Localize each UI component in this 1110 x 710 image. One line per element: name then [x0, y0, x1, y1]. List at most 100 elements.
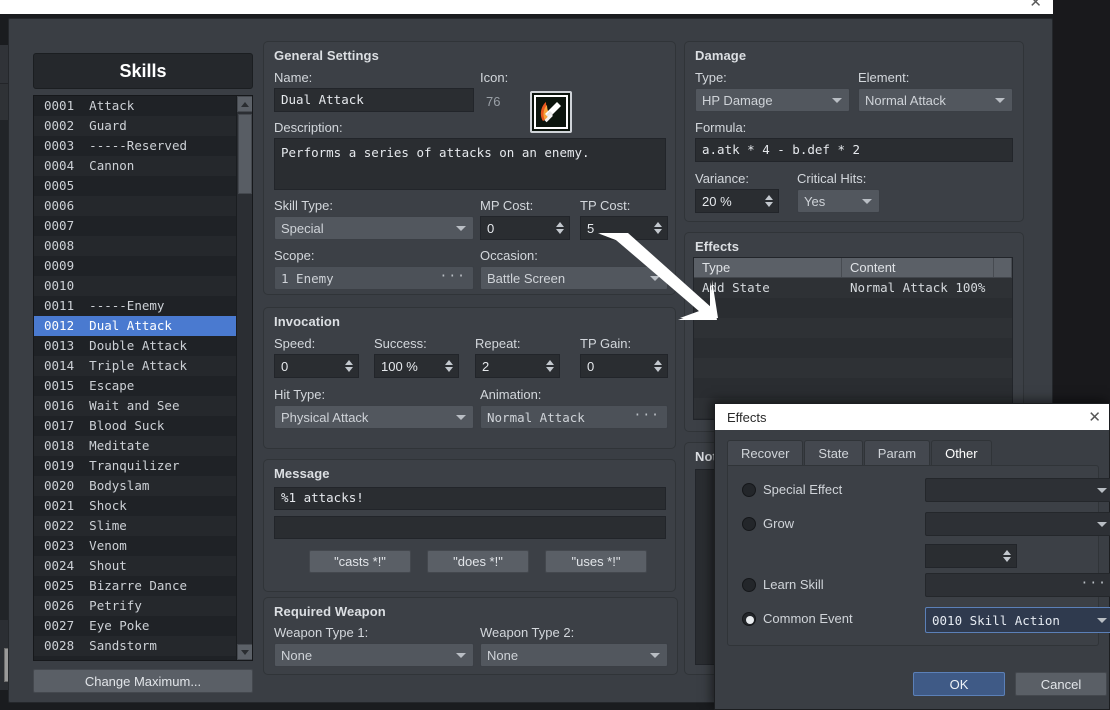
skill-icon-preview[interactable] — [530, 91, 572, 133]
radio-learn-skill[interactable]: Learn Skill — [742, 577, 824, 592]
message-preset-does-button[interactable]: "does *!" — [427, 550, 529, 573]
list-item[interactable]: 0005 — [34, 176, 252, 196]
success-stepper[interactable]: 100 % — [374, 354, 459, 378]
stepper-up-icon[interactable] — [654, 222, 662, 227]
description-field[interactable]: Performs a series of attacks on an enemy… — [274, 138, 666, 190]
stepper-up-icon[interactable] — [654, 360, 662, 365]
list-item[interactable]: 0026 Petrify — [34, 596, 252, 616]
damage-type-select[interactable]: HP Damage — [695, 88, 850, 112]
table-row[interactable]: Add State Normal Attack 100% — [694, 278, 1012, 298]
stepper-up-icon[interactable] — [1003, 550, 1011, 555]
list-item[interactable]: 0010 — [34, 276, 252, 296]
message-line2-field[interactable] — [274, 516, 666, 539]
list-item[interactable]: 0016 Wait and See — [34, 396, 252, 416]
table-row[interactable] — [694, 358, 1012, 378]
stepper-down-icon[interactable] — [765, 202, 773, 207]
list-item[interactable]: 0006 — [34, 196, 252, 216]
tp-gain-stepper[interactable]: 0 — [580, 354, 668, 378]
ok-button[interactable]: OK — [913, 672, 1005, 696]
tab-other[interactable]: Other — [931, 440, 992, 466]
stepper-down-icon[interactable] — [345, 367, 353, 372]
ellipsis-icon[interactable]: ··· — [634, 408, 660, 423]
cancel-button[interactable]: Cancel — [1015, 672, 1107, 696]
stepper-down-icon[interactable] — [556, 229, 564, 234]
critical-hits-select[interactable]: Yes — [797, 189, 880, 213]
skill-list[interactable]: 0001 Attack 0002 Guard 0003 -----Reserved 0… — [33, 95, 253, 661]
mp-cost-stepper[interactable]: 0 — [480, 216, 570, 240]
list-item[interactable]: 0004 Cannon — [34, 156, 252, 176]
table-row[interactable] — [694, 298, 1012, 318]
message-preset-uses-button[interactable]: "uses *!" — [545, 550, 647, 573]
list-item[interactable]: 0003 -----Reserved — [34, 136, 252, 156]
table-row[interactable] — [694, 318, 1012, 338]
special-effect-select[interactable] — [925, 478, 1110, 502]
table-row[interactable] — [694, 378, 1012, 398]
weapon-type-1-select[interactable]: None — [274, 643, 474, 667]
list-item[interactable]: 0018 Meditate — [34, 436, 252, 456]
ellipsis-icon[interactable]: ··· — [440, 269, 466, 284]
stepper-down-icon[interactable] — [654, 229, 662, 234]
list-item[interactable]: 0021 Shock — [34, 496, 252, 516]
stepper-up-icon[interactable] — [556, 222, 564, 227]
list-item[interactable]: 0012 Dual Attack — [34, 316, 252, 336]
radio-common-event[interactable]: Common Event — [742, 611, 853, 626]
list-item[interactable]: 0017 Blood Suck — [34, 416, 252, 436]
stepper-up-icon[interactable] — [345, 360, 353, 365]
animation-picker[interactable]: Normal Attack ··· — [480, 405, 668, 429]
scrollbar-thumb[interactable] — [238, 114, 252, 194]
list-item[interactable]: 0028 Sandstorm — [34, 636, 252, 656]
stepper-down-icon[interactable] — [1003, 557, 1011, 562]
change-maximum-button[interactable]: Change Maximum... — [33, 669, 253, 693]
close-icon[interactable]: ✕ — [1088, 408, 1101, 426]
table-row[interactable] — [694, 338, 1012, 358]
list-item[interactable]: 0024 Shout — [34, 556, 252, 576]
close-icon[interactable]: ✕ — [1029, 0, 1042, 10]
list-item[interactable]: 0008 — [34, 236, 252, 256]
list-item[interactable]: 0027 Eye Poke — [34, 616, 252, 636]
occasion-select[interactable]: Battle Screen — [480, 266, 668, 290]
list-item[interactable]: 0025 Bizarre Dance — [34, 576, 252, 596]
tab-recover[interactable]: Recover — [727, 440, 804, 466]
grow-amount-stepper[interactable] — [925, 544, 1017, 568]
list-item[interactable]: 0023 Venom — [34, 536, 252, 556]
repeat-stepper[interactable]: 2 — [475, 354, 560, 378]
stepper-up-icon[interactable] — [546, 360, 554, 365]
list-item[interactable]: 0013 Double Attack — [34, 336, 252, 356]
tab-param[interactable]: Param — [863, 440, 931, 466]
name-field[interactable]: Dual Attack — [274, 88, 474, 112]
list-item[interactable]: 0001 Attack — [34, 96, 252, 116]
message-line1-field[interactable]: %1 attacks! — [274, 487, 666, 510]
message-preset-casts-button[interactable]: "casts *!" — [309, 550, 411, 573]
speed-stepper[interactable]: 0 — [274, 354, 359, 378]
element-select[interactable]: Normal Attack — [858, 88, 1013, 112]
list-item[interactable]: 0002 Guard — [34, 116, 252, 136]
list-item[interactable]: 0007 — [34, 216, 252, 236]
grow-param-select[interactable] — [925, 512, 1110, 536]
radio-grow[interactable]: Grow — [742, 516, 794, 531]
list-item[interactable]: 0015 Escape — [34, 376, 252, 396]
stepper-down-icon[interactable] — [546, 367, 554, 372]
list-item[interactable]: 0019 Tranquilizer — [34, 456, 252, 476]
stepper-up-icon[interactable] — [765, 195, 773, 200]
weapon-type-2-select[interactable]: None — [480, 643, 668, 667]
scope-picker[interactable]: 1 Enemy ··· — [274, 266, 474, 290]
learn-skill-picker[interactable]: ··· — [925, 573, 1110, 597]
formula-field[interactable]: a.atk * 4 - b.def * 2 — [695, 138, 1013, 162]
list-item[interactable]: 0022 Slime — [34, 516, 252, 536]
radio-special-effect[interactable]: Special Effect — [742, 482, 842, 497]
stepper-down-icon[interactable] — [445, 367, 453, 372]
skill-type-select[interactable]: Special — [274, 216, 474, 240]
list-item[interactable]: 0011 -----Enemy — [34, 296, 252, 316]
list-item[interactable]: 0020 Bodyslam — [34, 476, 252, 496]
scroll-down-icon[interactable] — [237, 644, 252, 660]
skill-list-scrollbar[interactable] — [236, 96, 252, 660]
ellipsis-icon[interactable]: ··· — [1081, 576, 1107, 591]
common-event-select[interactable]: 0010 Skill Action — [925, 607, 1110, 633]
variance-stepper[interactable]: 20 % — [695, 189, 779, 213]
list-item[interactable]: 0014 Triple Attack — [34, 356, 252, 376]
tp-cost-stepper[interactable]: 5 — [580, 216, 668, 240]
hit-type-select[interactable]: Physical Attack — [274, 405, 474, 429]
scroll-up-icon[interactable] — [237, 96, 252, 112]
list-item[interactable]: 0009 — [34, 256, 252, 276]
tab-state[interactable]: State — [804, 440, 863, 466]
